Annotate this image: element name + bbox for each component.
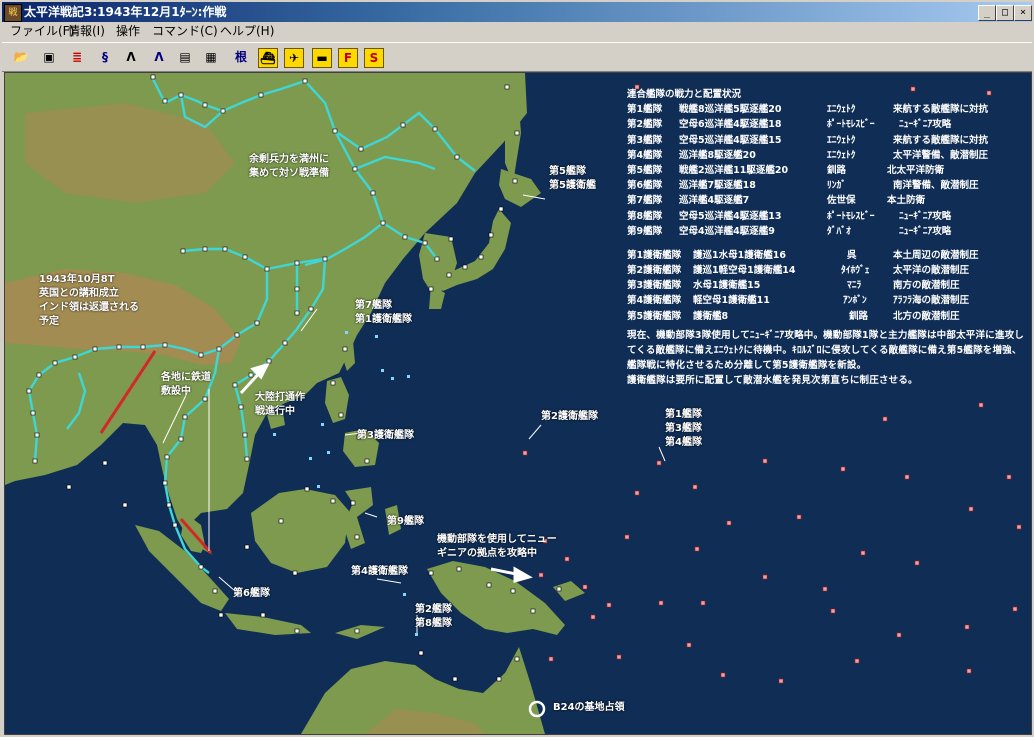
minimize-button[interactable]: _ (978, 5, 996, 21)
tank-icon[interactable]: ▬ (312, 48, 332, 68)
fleet-label-fleet5[interactable]: 第5艦隊 第5護衛艦 (549, 165, 596, 193)
fleet-label-fleet7[interactable]: 第7艦隊 第1護衛艦隊 (355, 299, 412, 327)
menu-command[interactable]: コマンド(C) (152, 22, 218, 40)
status-title: 連合艦隊の戦力と配置状況 (627, 89, 742, 100)
supply-status-icon[interactable]: § (94, 46, 116, 68)
newguinea-note: 機動部隊を使用してニュー ギニアの拠点を攻略中 (437, 534, 557, 559)
menu-operation[interactable]: 操作 (116, 22, 140, 40)
fleet-label-fleet6[interactable]: 第6艦隊 (233, 587, 270, 601)
rail-note: 各地に鉄道 敷設中 (161, 372, 211, 397)
fleet-label-escort3[interactable]: 第3護衛艦隊 (357, 429, 414, 443)
fleet-label-fleet9[interactable]: 第9艦隊 (387, 515, 424, 529)
ship-icon[interactable]: ⛴ (258, 48, 278, 68)
landmass-luzon (325, 377, 349, 423)
fleet-label-fleet2-8[interactable]: 第2艦隊 第8艦隊 (415, 603, 452, 631)
menu-bar: ファイル(F) 情報(I) 操作 コマンド(C) ヘルプ(H) (2, 22, 1032, 40)
fleet-row: 第4艦隊 巡洋艦8駆逐艦20 ｴﾆｳｪﾄｸ 太平洋警備、敵潜制圧 (627, 149, 989, 161)
window-title: 太平洋戦記3:1943年12月1ﾀｰﾝ:作戦 (24, 5, 227, 19)
landmass-timor (335, 625, 385, 639)
close-button[interactable]: × (1014, 5, 1032, 21)
plane-icon[interactable]: ✈ (284, 48, 304, 68)
air-unit-icon[interactable]: ᐱ (148, 46, 170, 68)
fleet-label-escort4[interactable]: 第4護衛艦隊 (351, 565, 408, 579)
menu-info[interactable]: 情報(I) (68, 22, 105, 40)
escort-row: 第3護衛艦隊 水母1護衛艦15 ﾏﾆﾗ 南方の敵潜制圧 (627, 280, 960, 292)
b24-note: B24の基地占領 (553, 702, 625, 713)
open-folder-icon[interactable]: 📂 (10, 46, 32, 68)
status-note: 護衛艦隊は要所に配置して敵潜水艦を発見次第直ちに制圧させる。 (627, 375, 918, 387)
fleet-f-icon[interactable]: F (338, 48, 358, 68)
manchuria-note: 余剰兵力を満州に 集めて対ソ戦準備 (249, 154, 329, 179)
escort-row: 第4護衛艦隊 軽空母1護衛艦11 ｱﾝﾎﾞﾝ ｱﾗﾌﾗ海の敵潜制圧 (627, 295, 970, 307)
fleet-status-panel: 連合艦隊の戦力と配置状況 第1艦隊 戦艦8巡洋艦5駆逐艦20 ｴﾆｳｪﾄｸ 来航する敵… (627, 87, 1027, 389)
escort-row: 第2護衛艦隊 護巡1軽空母1護衛艦14 ﾀｲﾎｳﾞｪ 太平洋の敵潜制圧 (627, 265, 970, 277)
strategic-map[interactable]: 余剰兵力を満州に 集めて対ソ戦準備 1943年10月8T 英国との講和成立 イン… (4, 72, 1032, 735)
fleet-row: 第5艦隊 戦艦2巡洋艦11駆逐艦20 釧路 北太平洋防衛 (627, 164, 945, 176)
fleet-status-icon[interactable]: ≣ (66, 46, 88, 68)
fleet-row: 第6艦隊 巡洋艦7駆逐艦18 ﾘﾝｶﾞ 南洋警備、敵潜制圧 (627, 180, 979, 192)
save-disk-icon[interactable]: ▣ (38, 46, 60, 68)
status-summary: 現在、機動部隊3隊使用してﾆｭｰｷﾞﾆｱ攻略中。機動部隊1隊と主力艦隊は中部太平… (627, 329, 1024, 372)
report-icon[interactable]: ▤ (174, 46, 196, 68)
app-icon[interactable]: 戦 (4, 4, 22, 22)
landmass-hokkaido (499, 169, 541, 207)
india-note: 1943年10月8T 英国との講和成立 インド領は返還される 予定 (39, 274, 139, 327)
fleet-row: 第2艦隊 空母6巡洋艦4駆逐艦18 ﾎﾟｰﾄﾓﾚｽﾋﾞｰ ﾆｭｰｷﾞﾆｱ攻略 (627, 119, 952, 131)
landmass-celebes (343, 487, 373, 549)
title-bar[interactable]: 戦 太平洋戦記3:1943年12月1ﾀｰﾝ:作戦 _ □ × (2, 2, 1032, 22)
landmass-taiwan (343, 341, 355, 371)
fleet-row: 第9艦隊 空母4巡洋艦4駆逐艦9 ﾀﾞﾊﾞｵ ﾆｭｰｷﾞﾆｱ攻略 (627, 225, 952, 237)
maximize-button[interactable]: □ (996, 5, 1014, 21)
fleet-label-fleet1-3-4[interactable]: 第1艦隊 第3艦隊 第4艦隊 (665, 408, 702, 450)
escort-row: 第1護衛艦隊 護巡1水母1護衛艦16 呉本土周辺の敵潜制圧 (627, 249, 979, 261)
fleet-row: 第3艦隊 空母5巡洋艦4駆逐艦15 ｴﾆｳｪﾄｸ 来航する敵艦隊に対抗 (627, 134, 989, 146)
fleet-row: 第1艦隊 戦艦8巡洋艦5駆逐艦20 ｴﾆｳｪﾄｸ 来航する敵艦隊に対抗 (627, 104, 989, 116)
army-icon[interactable]: ᐱ (120, 46, 142, 68)
menu-file[interactable]: ファイル(F) (10, 22, 74, 40)
landmass-sumatra (135, 525, 229, 611)
fleet-row: 第8艦隊 空母5巡洋艦4駆逐艦13 ﾎﾟｰﾄﾓﾚｽﾋﾞｰ ﾆｭｰｷﾞﾆｱ攻略 (627, 210, 952, 222)
escort-row: 第5護衛艦隊 護衛艦8 釧路 北方の敵潜制圧 (627, 310, 960, 322)
calendar-icon[interactable]: ▦ (200, 46, 222, 68)
game-window: 戦 太平洋戦記3:1943年12月1ﾀｰﾝ:作戦 _ □ × ファイル(F) 情… (0, 0, 1034, 737)
strategy-s-icon[interactable]: S (364, 48, 384, 68)
fleet-label-escort2[interactable]: 第2護衛艦隊 (541, 410, 598, 424)
fleet-row: 第7艦隊 巡洋艦4駆逐艦7 佐世保 本土防衛 (627, 195, 926, 207)
continent-note: 大陸打通作 戦進行中 (255, 392, 305, 417)
toolbar: 📂 ▣ ≣ § ᐱ ᐱ ▤ ▦ 根 ⛴ ✈ ▬ F S (2, 42, 1032, 72)
menu-help[interactable]: ヘルプ(H) (220, 22, 274, 40)
base-icon[interactable]: 根 (230, 46, 252, 68)
